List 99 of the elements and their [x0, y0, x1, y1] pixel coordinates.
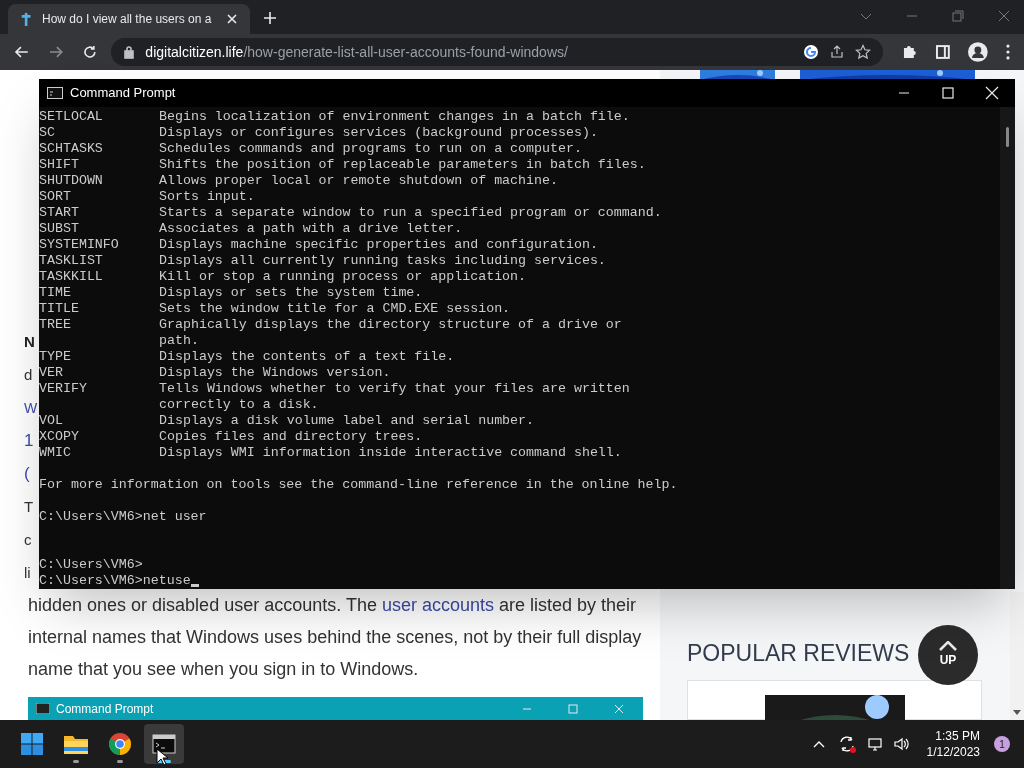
article-link[interactable]: user accounts — [381, 595, 494, 615]
plus-icon[interactable] — [262, 10, 278, 26]
terminal-icon — [152, 734, 176, 754]
command-name: START — [39, 205, 80, 221]
close-icon — [613, 702, 625, 715]
command-description: Displays a disk volume label and serial number. — [159, 413, 535, 429]
command-name: VER — [39, 365, 64, 381]
command-description: Displays or configures services (background processes). — [159, 125, 598, 141]
command-name: TYPE — [39, 349, 72, 365]
command-description: Starts a separate window to run a specified program or command. — [159, 205, 662, 221]
reload-icon[interactable] — [81, 44, 98, 60]
scroll-thumb[interactable] — [1006, 127, 1009, 147]
article-text: d — [24, 367, 33, 382]
cross-icon — [20, 11, 34, 27]
back-arrow-icon[interactable] — [14, 44, 30, 60]
command-description: Allows proper local or remote shutdown of machine. — [159, 173, 558, 189]
command-name: WMIC — [39, 445, 72, 461]
command-name: TASKKILL — [39, 269, 104, 285]
command-name: VERIFY — [39, 381, 88, 397]
chrome-icon — [108, 732, 132, 756]
lock-icon — [123, 45, 136, 59]
sidebar-icon[interactable] — [934, 44, 951, 60]
article-text: ( — [24, 465, 30, 482]
article-text: 1 — [24, 432, 34, 449]
command-name: SETLOCAL — [39, 109, 104, 125]
command-name: TREE — [39, 317, 72, 333]
command-description: Displays the contents of a text file. — [159, 349, 455, 365]
command-name: SCHTASKS — [39, 141, 104, 157]
command-description: Displays or sets the system time. — [159, 285, 423, 301]
clock-time[interactable]: 1:35 PM — [935, 728, 980, 744]
command-name: TITLE — [39, 301, 80, 317]
running-indicator — [73, 760, 79, 763]
article-text: T — [24, 499, 34, 514]
tab-title: How do I view all the users on a — [42, 11, 213, 28]
menu-icon[interactable] — [1006, 44, 1010, 60]
scroll-down-icon[interactable] — [1013, 710, 1021, 716]
running-indicator — [117, 760, 123, 763]
browser-tab[interactable]: How do I view all the users on a — [8, 4, 250, 34]
forward-arrow-icon[interactable] — [47, 44, 64, 60]
command-description: Displays machine specific properties and configuration. — [159, 237, 598, 253]
command-description: Displays WMI information inside interactive command shell. — [159, 445, 622, 461]
article-paragraph: hidden ones or disabled user accounts. The user accounts are listed by their internal names that Windows uses behind the scenes, not by their full display name that you see when you sign in to Windows. — [28, 594, 643, 681]
command-description: Kill or stop a running process or application. — [159, 269, 527, 285]
star-icon[interactable] — [854, 44, 871, 60]
sidebar-heading: POPULAR REVIEWS — [687, 639, 910, 668]
folder-icon — [63, 733, 89, 755]
article-text: li — [24, 565, 31, 580]
close-icon[interactable] — [985, 86, 999, 100]
console-icon — [47, 87, 63, 99]
share-icon[interactable] — [828, 44, 845, 60]
close-icon[interactable] — [226, 13, 238, 25]
command-name: XCOPY — [39, 429, 80, 445]
notification-badge[interactable]: 1 — [994, 736, 1010, 752]
clock-date[interactable]: 1/12/2023 — [926, 744, 980, 760]
command-description: Tells Windows whether to verify that your files are written — [159, 381, 630, 397]
command-description: Displays all currently running tasks including services. — [159, 253, 606, 269]
figure-title: Command Prompt — [56, 700, 155, 718]
console-text: C:\Users\VM6>net user — [39, 509, 207, 525]
command-name: SORT — [39, 189, 72, 205]
command-description: Associates a path with a drive letter. — [159, 221, 463, 237]
window-title: Command Prompt — [70, 84, 177, 103]
text-cursor — [190, 584, 199, 587]
article-text: c — [24, 532, 32, 547]
address-bar[interactable]: digitalcitizen.life/how-generate-list-all-user-accounts-found-windows/ — [111, 38, 883, 66]
command-name: SYSTEMINFO — [39, 237, 120, 253]
command-name: SHIFT — [39, 157, 80, 173]
chevron-up-icon — [939, 641, 957, 651]
console-text: C:\Users\VM6> — [39, 557, 143, 573]
command-description: path. — [159, 333, 199, 349]
command-description: Displays the Windows version. — [159, 365, 391, 381]
command-name: TIME — [39, 285, 72, 301]
article-text: W — [24, 400, 38, 415]
command-description: Shifts the position of replaceable parameters in batch files. — [159, 157, 646, 173]
command-description: Sorts input. — [159, 189, 255, 205]
command-description: Sets the window title for a CMD.EXE session. — [159, 301, 511, 317]
command-name: VOL — [39, 413, 64, 429]
mouse-cursor-icon — [156, 748, 168, 766]
maximize-icon[interactable] — [941, 86, 955, 100]
article-text: N — [24, 334, 35, 349]
url-text: digitalcitizen.life/how-generate-list-all-user-accounts-found-windows/ — [145, 42, 569, 62]
console-input[interactable]: C:\Users\VM6>netuse — [39, 573, 191, 589]
command-name: SHUTDOWN — [39, 173, 104, 189]
command-description: Begins localization of environment changes in a batch file. — [159, 109, 630, 125]
console-icon — [36, 703, 50, 714]
command-description: Graphically displays the directory structure of a drive or — [159, 317, 622, 333]
profile-icon[interactable] — [968, 42, 989, 62]
console-text: For more information on tools see the command-line reference in the online help. — [39, 477, 678, 493]
scroll-up-button[interactable]: UP — [918, 625, 978, 685]
monitor-icon[interactable] — [866, 736, 883, 752]
command-name: TASKLIST — [39, 253, 104, 269]
command-name: SC — [39, 125, 56, 141]
command-description: correctly to a disk. — [159, 397, 319, 413]
speaker-icon[interactable] — [892, 736, 909, 752]
google-icon[interactable] — [802, 44, 819, 60]
command-name: SUBST — [39, 221, 80, 237]
taskbar-app[interactable] — [144, 724, 184, 764]
command-description: Schedules commands and programs to run on a computer. — [159, 141, 582, 157]
command-description: Copies files and directory trees. — [159, 429, 423, 445]
maximize-icon — [567, 702, 579, 715]
